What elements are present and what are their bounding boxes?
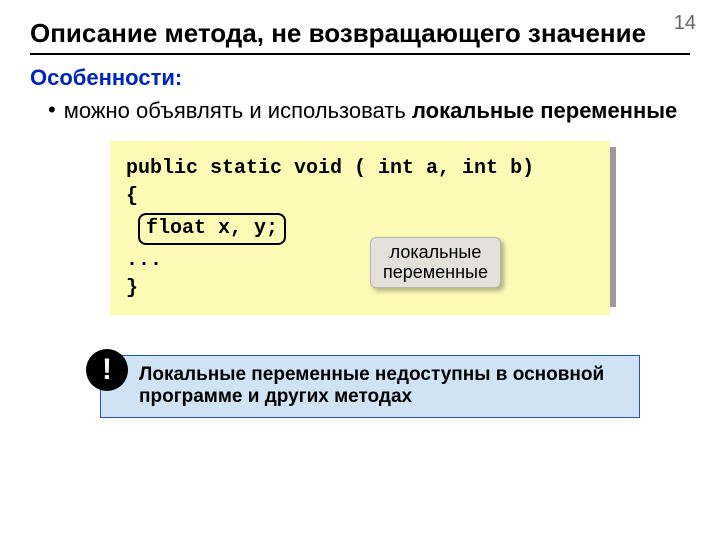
callout-local-variables: локальные переменные xyxy=(370,237,501,288)
bullet-bold: локальные переменные xyxy=(412,98,677,123)
code-local-decl-wrap: float x, y; xyxy=(126,211,594,247)
note-block: ! Локальные переменные недоступны в осно… xyxy=(100,355,690,419)
slide-title: Описание метода, не возвращающего значен… xyxy=(30,18,690,49)
local-variables-decl: float x, y; xyxy=(138,213,286,245)
bullet-lead: можно объявлять и использовать xyxy=(64,98,412,123)
code-line-close-brace: } xyxy=(126,275,594,303)
subtitle: Особенности: xyxy=(30,65,690,91)
title-underline xyxy=(30,53,690,55)
code-box: public static void ( int a, int b) { flo… xyxy=(110,141,610,315)
code-line-signature: public static void ( int a, int b) xyxy=(126,155,594,183)
callout-line1: локальные xyxy=(383,242,488,263)
note-text: Локальные переменные недоступны в основн… xyxy=(100,355,640,419)
code-line-open-brace: { xyxy=(126,183,594,211)
bullet-item: • можно объявлять и использовать локальн… xyxy=(48,97,690,125)
bullet-marker: • xyxy=(48,97,56,123)
code-line-ellipsis: ... xyxy=(126,247,594,275)
page-number: 14 xyxy=(674,12,696,35)
bullet-text: можно объявлять и использовать локальные… xyxy=(64,97,678,125)
exclamation-icon: ! xyxy=(86,349,128,391)
callout-line2: переменные xyxy=(383,262,488,283)
code-block: public static void ( int a, int b) { flo… xyxy=(110,141,690,315)
code-indent xyxy=(126,217,138,240)
